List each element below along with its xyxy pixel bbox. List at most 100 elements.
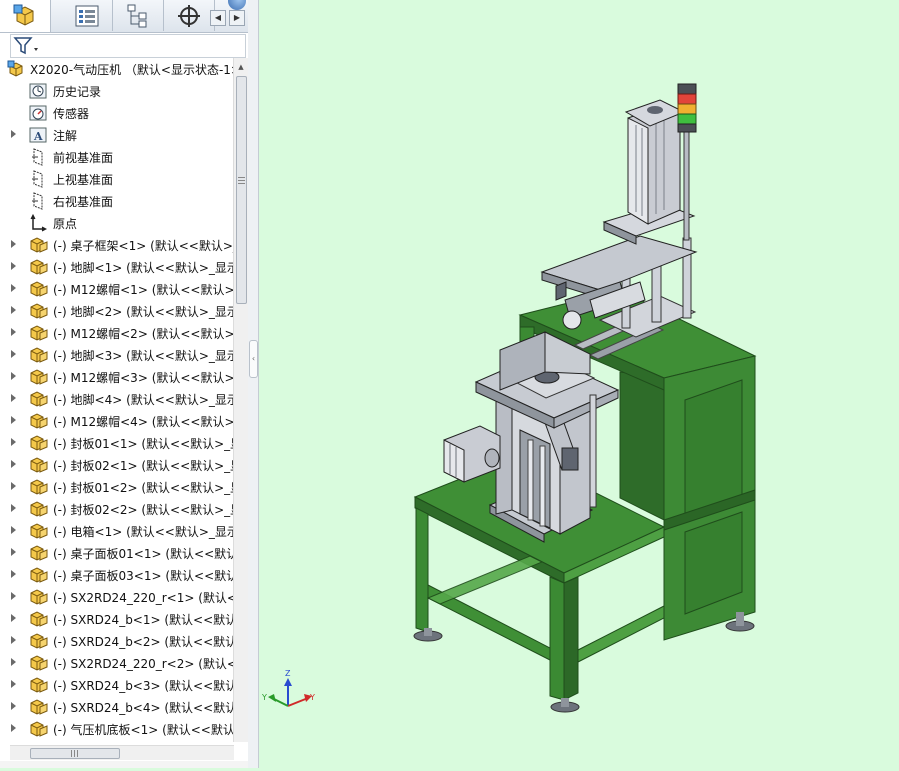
assembly-root-icon <box>7 60 25 78</box>
expand-arrow-icon[interactable] <box>11 658 16 666</box>
expand-arrow-icon[interactable] <box>11 504 16 512</box>
expand-arrow-icon[interactable] <box>11 438 16 446</box>
tree-item[interactable]: 历史记录 <box>0 80 233 102</box>
expand-arrow-icon[interactable] <box>11 372 16 380</box>
tree-item-label: (-) 地脚<1> (默认<<默认>_显示 <box>53 261 233 275</box>
tree-item-label: (-) 地脚<2> (默认<<默认>_显示 <box>53 305 233 319</box>
tree-item[interactable]: (-) 地脚<4> (默认<<默认>_显示 <box>0 388 233 410</box>
part-icon <box>29 258 48 276</box>
tree-item[interactable]: (-) M12螺帽<1> (默认<<默认>_ <box>0 278 233 300</box>
plane-icon <box>29 170 47 188</box>
tree-item[interactable]: (-) 地脚<1> (默认<<默认>_显示 <box>0 256 233 278</box>
tree-item[interactable]: (-) SXRD24_b<2> (默认<<默认: <box>0 630 233 652</box>
expand-arrow-icon[interactable] <box>11 460 16 468</box>
expand-arrow-icon[interactable] <box>11 394 16 402</box>
tab-scroll-left-button[interactable]: ◀ <box>210 10 226 26</box>
tree-item-label: (-) SXRD24_b<2> (默认<<默认: <box>53 635 233 649</box>
panel-tab-bar: ◀ ▶ <box>0 0 248 33</box>
tree-item-label: (-) M12螺帽<2> (默认<<默认>_ <box>53 327 233 341</box>
history-icon <box>29 82 47 100</box>
tree-item[interactable]: (-) M12螺帽<3> (默认<<默认>_ <box>0 366 233 388</box>
tree-vertical-scrollbar[interactable]: ▲ <box>233 58 248 742</box>
assembly-icon <box>13 4 34 26</box>
tree-item[interactable]: A 注解 <box>0 124 233 146</box>
tree-item[interactable]: (-) 封板01<1> (默认<<默认>_显 <box>0 432 233 454</box>
expand-arrow-icon[interactable] <box>11 306 16 314</box>
tree-item[interactable]: (-) 地脚<3> (默认<<默认>_显示 <box>0 344 233 366</box>
expand-arrow-icon[interactable] <box>11 416 16 424</box>
tree-filter-bar[interactable] <box>10 34 246 58</box>
tree-item-label: (-) SXRD24_b<1> (默认<<默认: <box>53 613 233 627</box>
tree-item[interactable]: 右视基准面 <box>0 190 233 212</box>
tree-item[interactable]: (-) SXRD24_b<4> (默认<<默认: <box>0 696 233 718</box>
part-icon <box>29 610 48 628</box>
expand-arrow-icon[interactable] <box>11 636 16 644</box>
press-machine-model[interactable]: Z Y Y <box>259 0 899 768</box>
tab-feature-manager[interactable] <box>0 0 51 32</box>
expand-arrow-icon[interactable] <box>11 350 16 358</box>
expand-arrow-icon[interactable] <box>11 702 16 710</box>
tree-item[interactable]: 原点 <box>0 212 233 234</box>
triad-z-axis-label: Y <box>261 693 267 702</box>
expand-arrow-icon[interactable] <box>11 328 16 336</box>
collapse-panel-icon[interactable]: ‹ <box>249 340 258 378</box>
tree-item[interactable]: (-) SX2RD24_220_r<2> (默认<< <box>0 652 233 674</box>
tree-item[interactable]: 前视基准面 <box>0 146 233 168</box>
tree-item-label: 前视基准面 <box>53 151 114 165</box>
tree-horizontal-scroll-thumb[interactable] <box>30 748 120 759</box>
part-icon <box>29 434 48 452</box>
tree-item[interactable]: (-) SXRD24_b<3> (默认<<默认: <box>0 674 233 696</box>
tree-item[interactable]: (-) 桌子框架<1> (默认<<默认>_ <box>0 234 233 256</box>
tab-configuration-manager[interactable] <box>113 0 164 31</box>
expand-arrow-icon[interactable] <box>11 526 16 534</box>
tree-item-label: (-) 封板02<1> (默认<<默认>_显 <box>53 459 233 473</box>
tab-scroll-right-button[interactable]: ▶ <box>229 10 245 26</box>
svg-text:A: A <box>33 130 43 143</box>
expand-arrow-icon[interactable] <box>11 548 16 556</box>
tree-item[interactable]: (-) 封板02<1> (默认<<默认>_显 <box>0 454 233 476</box>
tree-item[interactable]: (-) 桌子面板01<1> (默认<<默认 <box>0 542 233 564</box>
tree-item-label: 历史记录 <box>53 85 102 99</box>
expand-arrow-icon[interactable] <box>11 680 16 688</box>
tree-item[interactable]: (-) M12螺帽<2> (默认<<默认>_ <box>0 322 233 344</box>
expand-arrow-icon[interactable] <box>11 570 16 578</box>
tree-item[interactable]: (-) 气压机底板<1> (默认<<默认 <box>0 718 233 740</box>
tree-item[interactable]: (-) 电箱<1> (默认<<默认>_显示 <box>0 520 233 542</box>
tree-item[interactable]: (-) 封板02<2> (默认<<默认>_显 <box>0 498 233 520</box>
tree-root-label: X2020-气动压机 （默认<显示状态-1> <box>30 63 233 77</box>
tab-dimxpert-manager[interactable] <box>164 0 215 31</box>
tree-horizontal-scrollbar[interactable] <box>10 745 234 760</box>
tree-item[interactable]: 上视基准面 <box>0 168 233 190</box>
tree-item[interactable]: (-) 桌子面板03<1> (默认<<默认 <box>0 564 233 586</box>
part-icon <box>29 676 48 694</box>
expand-arrow-icon[interactable] <box>11 240 16 248</box>
display-manager-icon[interactable] <box>228 0 248 10</box>
expand-arrow-icon[interactable] <box>11 592 16 600</box>
part-icon <box>29 346 48 364</box>
tree-item[interactable]: 传感器 <box>0 102 233 124</box>
triad-x-axis-label: Y <box>309 693 315 702</box>
part-icon <box>29 544 48 562</box>
expand-arrow-icon[interactable] <box>11 724 16 732</box>
part-icon <box>29 522 48 540</box>
press-head <box>540 83 698 338</box>
scroll-up-icon[interactable]: ▲ <box>234 60 248 74</box>
tree-item[interactable]: (-) 封板01<2> (默认<<默认>_显 <box>0 476 233 498</box>
tree-item[interactable]: (-) M12螺帽<4> (默认<<默认>_ <box>0 410 233 432</box>
tree-item[interactable]: (-) SXRD24_b<1> (默认<<默认: <box>0 608 233 630</box>
expand-arrow-icon[interactable] <box>11 614 16 622</box>
expand-arrow-icon[interactable] <box>11 284 16 292</box>
expand-arrow-icon[interactable] <box>11 262 16 270</box>
filter-icon <box>13 37 38 55</box>
tree-item-label: (-) 气压机底板<1> (默认<<默认 <box>53 723 233 737</box>
tree-item[interactable]: (-) 地脚<2> (默认<<默认>_显示 <box>0 300 233 322</box>
tree-item[interactable]: (-) SX2RD24_220_r<1> (默认<< <box>0 586 233 608</box>
expand-arrow-icon[interactable] <box>11 482 16 490</box>
tree-root-assembly[interactable]: X2020-气动压机 （默认<显示状态-1> <box>0 58 233 80</box>
graphics-viewport[interactable]: Z Y Y <box>259 0 899 768</box>
tab-property-manager[interactable] <box>62 0 113 31</box>
expand-arrow-icon[interactable] <box>11 130 16 138</box>
panel-splitter[interactable]: ‹ <box>248 0 259 768</box>
tree-vertical-scroll-thumb[interactable] <box>236 76 247 304</box>
tree-item-label: (-) 电箱<1> (默认<<默认>_显示 <box>53 525 233 539</box>
